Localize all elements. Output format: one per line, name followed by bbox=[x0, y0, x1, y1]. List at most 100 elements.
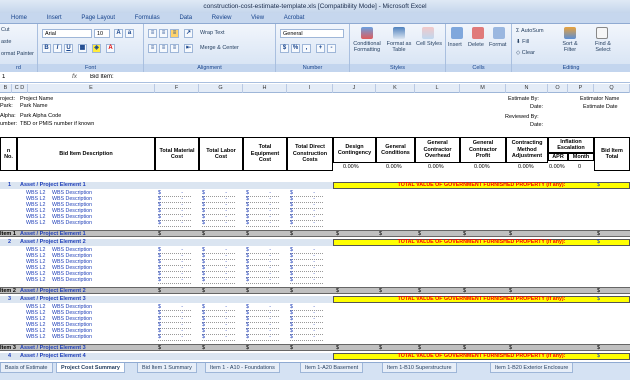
column-header[interactable]: H bbox=[243, 84, 287, 93]
delete-icon[interactable] bbox=[472, 27, 484, 39]
sheet-tab-superstructure[interactable]: Item 1-B10 Superstructure bbox=[382, 363, 457, 373]
fill-button[interactable]: ⬇ Fill bbox=[516, 39, 529, 45]
tab-home[interactable]: Home bbox=[2, 13, 36, 24]
wbs-description[interactable]: WBS Description bbox=[52, 334, 92, 340]
park-value[interactable]: Park Name bbox=[20, 103, 48, 109]
conditional-formatting-icon[interactable] bbox=[361, 27, 373, 39]
sheet-tab-exterior-enclosure[interactable]: Item 1-B20 Exterior Enclosure bbox=[490, 363, 574, 373]
project-value[interactable]: Project Name bbox=[20, 96, 53, 102]
cost-cell[interactable]: $ - bbox=[290, 220, 323, 227]
column-header[interactable]: G bbox=[199, 84, 243, 93]
estimate-date[interactable]: Estimate Date bbox=[583, 104, 618, 110]
cost-cell[interactable]: $ - bbox=[290, 277, 323, 284]
element-row[interactable]: 4 Asset / Project Element 4 bbox=[0, 353, 333, 360]
cost-cell[interactable]: $ - bbox=[290, 334, 323, 341]
number-format-select[interactable]: General bbox=[280, 29, 344, 38]
wbs-code[interactable]: WBS L2 bbox=[26, 220, 45, 226]
pct-design[interactable]: 0.00% bbox=[343, 164, 359, 170]
insert-button[interactable]: Insert bbox=[448, 42, 462, 48]
wbs-description[interactable]: WBS Description bbox=[52, 277, 92, 283]
font-name-select[interactable]: Arial bbox=[42, 29, 92, 38]
increase-decimal-icon[interactable]: + bbox=[316, 44, 325, 53]
shrink-font-icon[interactable]: a bbox=[125, 29, 134, 38]
cost-cell[interactable]: $ - bbox=[158, 334, 191, 341]
cost-cell[interactable]: $ - bbox=[158, 220, 191, 227]
gfp-dollar[interactable]: $ bbox=[597, 353, 600, 359]
column-header[interactable]: N bbox=[506, 84, 548, 93]
fill-color-icon[interactable]: ◈ bbox=[92, 44, 101, 53]
gfp-dollar[interactable]: $ bbox=[597, 239, 600, 245]
formula-input[interactable]: Bid Item: bbox=[90, 74, 114, 80]
align-center-icon[interactable]: ≡ bbox=[159, 44, 168, 53]
column-header[interactable]: M bbox=[460, 84, 506, 93]
spreadsheet-grid[interactable]: roject: Project Name Park: Park Name Alp… bbox=[0, 93, 630, 362]
sort-filter-button[interactable]: Sort & Filter bbox=[556, 41, 584, 53]
estimator-name[interactable]: Estimator Name bbox=[580, 96, 619, 102]
tab-insert[interactable]: Insert bbox=[38, 13, 71, 24]
cost-cell[interactable]: $ - bbox=[202, 334, 235, 341]
column-header[interactable]: K bbox=[376, 84, 415, 93]
column-header[interactable]: B bbox=[0, 84, 12, 93]
format-as-table-icon[interactable] bbox=[393, 27, 405, 39]
cost-cell[interactable]: $ - bbox=[202, 220, 235, 227]
conditional-formatting-button[interactable]: Conditional Formatting bbox=[352, 41, 382, 53]
number-value[interactable]: TBD or PMIS number if known bbox=[20, 121, 94, 127]
pct-adjustment[interactable]: 0.00% bbox=[518, 164, 534, 170]
wrap-text-button[interactable]: Wrap Text bbox=[200, 30, 225, 36]
column-header[interactable]: L bbox=[415, 84, 460, 93]
sort-filter-icon[interactable] bbox=[564, 27, 576, 39]
tab-page-layout[interactable]: Page Layout bbox=[72, 13, 124, 24]
column-header[interactable]: O bbox=[548, 84, 568, 93]
find-select-button[interactable]: Find & Select bbox=[588, 41, 618, 53]
pct-apr[interactable]: 0.00% bbox=[549, 164, 565, 170]
column-header[interactable]: Q bbox=[594, 84, 630, 93]
sheet-tab-bid-item-1[interactable]: Bid Item 1 Summary bbox=[137, 363, 197, 373]
tab-formulas[interactable]: Formulas bbox=[126, 13, 169, 24]
italic-icon[interactable]: I bbox=[53, 44, 62, 53]
name-box[interactable]: 1 bbox=[2, 74, 5, 80]
element-row[interactable]: 2 Asset / Project Element 2 bbox=[0, 239, 333, 246]
align-middle-icon[interactable]: ≡ bbox=[159, 29, 168, 38]
format-button[interactable]: Format bbox=[489, 42, 506, 48]
orientation-icon[interactable]: ↗ bbox=[184, 29, 193, 38]
align-right-icon[interactable]: ≡ bbox=[170, 44, 179, 53]
tab-view[interactable]: View bbox=[242, 13, 273, 24]
align-left-icon[interactable]: ≡ bbox=[148, 44, 157, 53]
column-header[interactable]: F bbox=[155, 84, 199, 93]
cost-cell[interactable]: $ - bbox=[246, 277, 279, 284]
delete-button[interactable]: Delete bbox=[468, 42, 484, 48]
fx-icon[interactable]: fx bbox=[72, 73, 77, 80]
column-header[interactable]: E bbox=[28, 84, 155, 93]
merge-center-button[interactable]: Merge & Center bbox=[200, 45, 239, 51]
wbs-code[interactable]: WBS L2 bbox=[26, 277, 45, 283]
sheet-tab-foundations[interactable]: Item 1 - A10 - Foundations bbox=[205, 363, 280, 373]
cell-styles-button[interactable]: Cell Styles bbox=[415, 41, 443, 47]
decrease-indent-icon[interactable]: ⇤ bbox=[184, 44, 193, 53]
cell-styles-icon[interactable] bbox=[422, 27, 434, 39]
sheet-tab-basement[interactable]: Item 1-A20 Basement bbox=[300, 363, 364, 373]
cost-cell[interactable]: $ - bbox=[202, 277, 235, 284]
pct-overhead[interactable]: 0.00% bbox=[428, 164, 444, 170]
cost-cell[interactable]: $ - bbox=[246, 220, 279, 227]
pct-profit[interactable]: 0.00% bbox=[474, 164, 490, 170]
element-row[interactable]: 1 Asset / Project Element 1 bbox=[0, 182, 333, 189]
comma-icon[interactable]: , bbox=[302, 44, 311, 53]
cut-button[interactable]: Cut bbox=[1, 27, 10, 33]
subtotal-row[interactable]: Item 1 Asset / Project Element 1 $ $ $ $ $ $ $ $… bbox=[0, 230, 630, 237]
find-select-icon[interactable] bbox=[596, 27, 608, 39]
decrease-decimal-icon[interactable]: - bbox=[327, 44, 336, 53]
autosum-button[interactable]: Σ AutoSum bbox=[516, 28, 544, 34]
alpha-value[interactable]: Park Alpha Code bbox=[20, 113, 61, 119]
font-color-icon[interactable]: A bbox=[106, 44, 115, 53]
column-header[interactable]: C D bbox=[12, 84, 28, 93]
cost-cell[interactable]: $ - bbox=[158, 277, 191, 284]
align-bottom-icon[interactable]: ≡ bbox=[170, 29, 179, 38]
format-as-table-button[interactable]: Format as Table bbox=[384, 41, 414, 53]
subtotal-row[interactable]: Item 2 Asset / Project Element 2 $ $ $ $ $ $ $ $… bbox=[0, 287, 630, 294]
align-top-icon[interactable]: ≡ bbox=[148, 29, 157, 38]
pct-conditions[interactable]: 0.00% bbox=[386, 164, 402, 170]
column-header[interactable]: J bbox=[333, 84, 376, 93]
gfp-dollar[interactable]: $ bbox=[597, 182, 600, 188]
sheet-tab-basis[interactable]: Basis of Estimate bbox=[0, 363, 53, 373]
currency-icon[interactable]: $ bbox=[280, 44, 289, 53]
